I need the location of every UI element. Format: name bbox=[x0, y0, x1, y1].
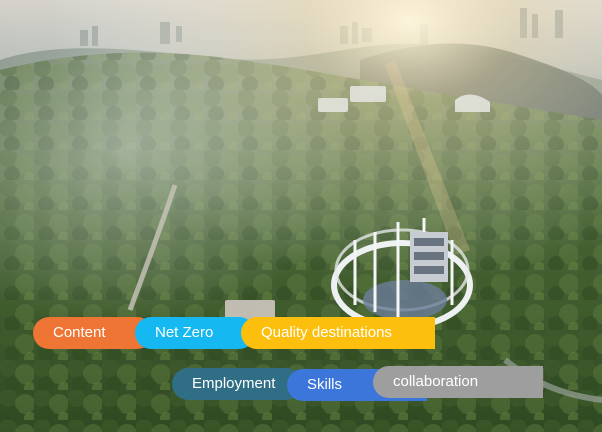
tag-content-label: Content bbox=[53, 324, 106, 341]
tag-employment-label: Employment bbox=[192, 375, 276, 392]
tag-collaboration[interactable]: collaboration bbox=[373, 366, 543, 398]
tag-quality-destinations[interactable]: Quality destinations bbox=[241, 317, 435, 349]
tag-net-zero-label: Net Zero bbox=[155, 324, 214, 341]
tag-employment[interactable]: Employment bbox=[172, 368, 302, 400]
tag-quality-destinations-label: Quality destinations bbox=[261, 324, 392, 341]
tag-skills-label: Skills bbox=[307, 376, 343, 393]
tag-collaboration-label: collaboration bbox=[393, 373, 479, 390]
tag-net-zero[interactable]: Net Zero bbox=[135, 317, 255, 349]
